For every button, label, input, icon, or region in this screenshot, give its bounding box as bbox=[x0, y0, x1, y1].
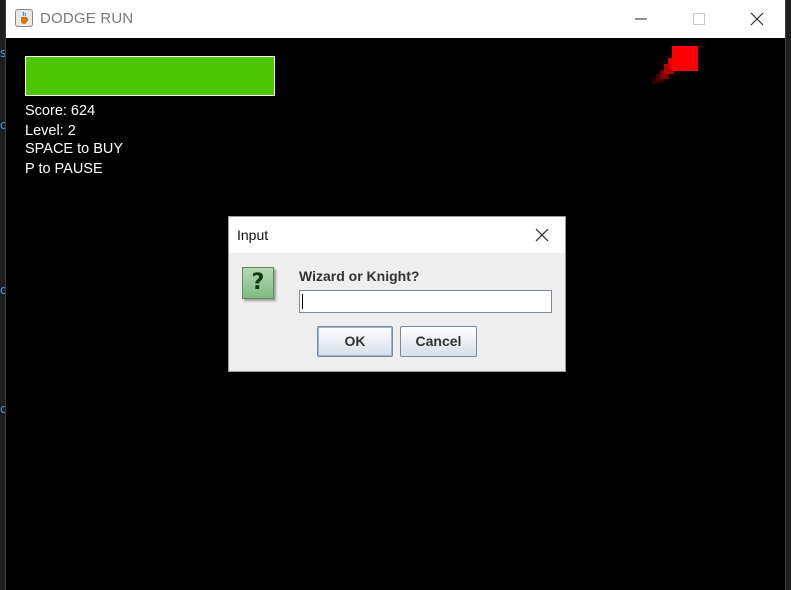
dialog-message: Wizard or Knight? bbox=[299, 268, 420, 284]
enemy-block bbox=[652, 46, 698, 84]
dialog-titlebar[interactable]: Input bbox=[229, 217, 565, 253]
buy-hint: SPACE to BUY bbox=[25, 141, 124, 157]
input-dialog: Input ? Wizard or Knight? OK Cancel bbox=[228, 216, 566, 372]
minimize-button[interactable] bbox=[612, 0, 670, 38]
close-icon bbox=[535, 228, 549, 242]
maximize-button[interactable] bbox=[670, 0, 728, 38]
maximize-icon bbox=[693, 13, 705, 25]
close-button[interactable] bbox=[728, 0, 786, 38]
score-label: Score: 624 bbox=[25, 103, 96, 119]
text-caret bbox=[302, 294, 303, 309]
cancel-button[interactable]: Cancel bbox=[400, 326, 477, 357]
dialog-title: Input bbox=[237, 227, 269, 243]
game-window: DODGE RUN Score: 624 Level: 2 SPACE to B… bbox=[5, 0, 786, 590]
dialog-close-button[interactable] bbox=[521, 217, 565, 253]
level-label: Level: 2 bbox=[25, 123, 76, 139]
window-titlebar[interactable]: DODGE RUN bbox=[6, 0, 785, 38]
class-input[interactable] bbox=[299, 290, 552, 313]
pause-hint: P to PAUSE bbox=[25, 161, 103, 177]
minimize-icon bbox=[635, 18, 647, 20]
question-icon: ? bbox=[242, 267, 274, 299]
ok-button[interactable]: OK bbox=[317, 326, 393, 357]
close-icon bbox=[750, 12, 764, 26]
health-bar bbox=[25, 56, 275, 96]
window-title: DODGE RUN bbox=[40, 10, 134, 27]
java-cup-icon bbox=[15, 9, 33, 27]
health-bar-fill bbox=[26, 57, 274, 95]
